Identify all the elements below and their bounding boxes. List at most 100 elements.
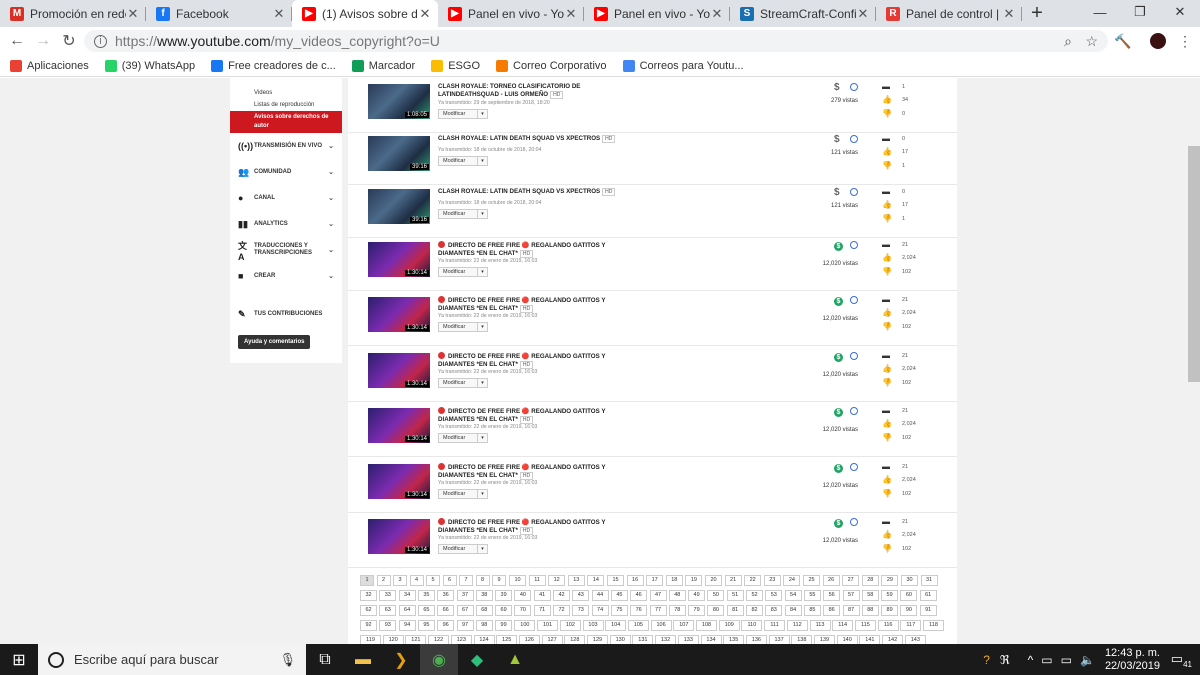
page-20-button[interactable]: 20	[705, 575, 722, 586]
page-135-button[interactable]: 135	[723, 635, 745, 644]
sidebar-item-copyright[interactable]: Avisos sobre derechos de autor	[230, 111, 342, 133]
chevron-down-icon[interactable]: ⌄	[328, 142, 334, 150]
page-35-button[interactable]: 35	[417, 590, 435, 601]
page-121-button[interactable]: 121	[405, 635, 427, 644]
page-40-button[interactable]: 40	[514, 590, 532, 601]
dropdown-arrow-icon[interactable]: ▾	[477, 210, 487, 218]
video-title[interactable]: DIRECTO DE FREE FIRE 🔴 REGALANDO GATITOS…	[438, 463, 618, 480]
page-137-button[interactable]: 137	[768, 635, 790, 644]
modify-button[interactable]: Modificar ▾	[438, 489, 488, 499]
page-69-button[interactable]: 69	[495, 605, 513, 616]
page-7-button[interactable]: 7	[459, 575, 473, 586]
page-129-button[interactable]: 129	[587, 635, 608, 644]
page-131-button[interactable]: 131	[632, 635, 654, 644]
page-132-button[interactable]: 132	[655, 635, 677, 644]
page-65-button[interactable]: 65	[417, 605, 435, 616]
page-39-button[interactable]: 39	[495, 590, 513, 601]
tab-1[interactable]: f Facebook ✕	[146, 0, 292, 27]
page-105-button[interactable]: 105	[627, 620, 649, 631]
modify-button[interactable]: Modificar ▾	[438, 267, 488, 277]
close-tab-icon[interactable]: ✕	[856, 6, 870, 22]
page-87-button[interactable]: 87	[842, 605, 860, 616]
bookmark-6[interactable]: Correos para Youtu...	[622, 59, 744, 72]
task-view-icon[interactable]: ⧉	[306, 644, 344, 675]
page-56-button[interactable]: 56	[823, 590, 841, 601]
page-127-button[interactable]: 127	[541, 635, 563, 644]
video-thumbnail[interactable]: 1:30:14	[368, 297, 430, 332]
page-116-button[interactable]: 116	[877, 620, 899, 631]
sidebar-item-playlists[interactable]: Listas de reproducción	[230, 99, 342, 111]
page-38-button[interactable]: 38	[475, 590, 493, 601]
page-89-button[interactable]: 89	[881, 605, 899, 616]
page-71-button[interactable]: 71	[533, 605, 551, 616]
page-104-button[interactable]: 104	[605, 620, 627, 631]
video-title[interactable]: CLASH ROYALE: LATIN DEATH SQUAD VS XPECT…	[438, 188, 618, 196]
page-124-button[interactable]: 124	[473, 635, 495, 644]
page-73-button[interactable]: 73	[572, 605, 590, 616]
page-112-button[interactable]: 112	[786, 620, 808, 631]
page-82-button[interactable]: 82	[746, 605, 763, 616]
windows-start-icon[interactable]: ⊞	[0, 650, 38, 670]
close-tab-icon[interactable]: ✕	[564, 6, 578, 22]
video-thumbnail[interactable]: 1:30:14	[368, 242, 430, 277]
page-81-button[interactable]: 81	[726, 605, 744, 616]
page-41-button[interactable]: 41	[533, 590, 551, 601]
page-31-button[interactable]: 31	[920, 575, 938, 586]
page-45-button[interactable]: 45	[610, 590, 628, 601]
modify-button[interactable]: Modificar ▾	[438, 378, 488, 388]
page-139-button[interactable]: 139	[814, 635, 835, 644]
tab-4[interactable]: ▶ Panel en vivo - YouTub✕	[584, 0, 730, 27]
page-108-button[interactable]: 108	[696, 620, 717, 631]
chevron-down-icon[interactable]: ⌄	[328, 220, 334, 228]
chevron-down-icon[interactable]: ⌄	[328, 246, 334, 254]
extension-icon[interactable]: 🔨	[1114, 33, 1131, 50]
page-26-button[interactable]: 26	[822, 575, 840, 586]
dropdown-arrow-icon[interactable]: ▾	[477, 110, 487, 118]
chevron-up-icon[interactable]: ^	[1028, 653, 1034, 667]
bluestacks-icon[interactable]: ▲	[496, 644, 534, 675]
page-140-button[interactable]: 140	[836, 635, 858, 644]
modify-button[interactable]: Modificar ▾	[438, 109, 488, 119]
page-122-button[interactable]: 122	[428, 635, 450, 644]
page-97-button[interactable]: 97	[456, 620, 474, 631]
bookmark-3[interactable]: Marcador	[351, 59, 415, 72]
maximize-icon[interactable]: ❐	[1120, 0, 1160, 24]
sidebar-section-4[interactable]: 文A TRADUCCIONES Y TRANSCRIPCIONES ⌄	[230, 237, 342, 263]
page-85-button[interactable]: 85	[803, 605, 821, 616]
file-explorer-icon[interactable]: ▬	[344, 644, 382, 675]
close-tab-icon[interactable]: ✕	[126, 6, 140, 22]
page-11-button[interactable]: 11	[528, 575, 546, 586]
page-4-button[interactable]: 4	[409, 575, 424, 586]
page-62-button[interactable]: 62	[360, 605, 377, 616]
people-icon[interactable]: ℜ	[1000, 653, 1010, 667]
sidebar-section-1[interactable]: 👥 COMUNIDAD ⌄	[230, 159, 342, 185]
bookmark-0[interactable]: Aplicaciones	[10, 59, 89, 72]
page-119-button[interactable]: 119	[360, 635, 381, 644]
notification-center-icon[interactable]: ▭41	[1171, 651, 1192, 669]
page-88-button[interactable]: 88	[861, 605, 879, 616]
page-16-button[interactable]: 16	[626, 575, 644, 586]
page-36-button[interactable]: 36	[437, 590, 455, 601]
reload-icon[interactable]: ↻	[56, 31, 82, 51]
page-17-button[interactable]: 17	[646, 575, 664, 586]
page-138-button[interactable]: 138	[791, 635, 813, 644]
page-27-button[interactable]: 27	[842, 575, 860, 586]
bookmark-5[interactable]: Correo Corporativo	[496, 59, 607, 72]
sidebar-section-3[interactable]: ▮▮ ANALYTICS ⌄	[230, 211, 342, 237]
page-84-button[interactable]: 84	[784, 605, 802, 616]
page-125-button[interactable]: 125	[496, 635, 518, 644]
page-42-button[interactable]: 42	[553, 590, 570, 601]
video-thumbnail[interactable]: 1:08:05	[368, 84, 430, 119]
page-94-button[interactable]: 94	[398, 620, 416, 631]
page-44-button[interactable]: 44	[591, 590, 609, 601]
page-136-button[interactable]: 136	[745, 635, 767, 644]
minimize-icon[interactable]: —	[1080, 0, 1120, 24]
page-58-button[interactable]: 58	[861, 590, 879, 601]
page-33-button[interactable]: 33	[379, 590, 397, 601]
page-96-button[interactable]: 96	[437, 620, 455, 631]
dropdown-arrow-icon[interactable]: ▾	[477, 545, 487, 553]
page-53-button[interactable]: 53	[765, 590, 783, 601]
video-title[interactable]: DIRECTO DE FREE FIRE 🔴 REGALANDO GATITOS…	[438, 241, 618, 258]
page-64-button[interactable]: 64	[398, 605, 416, 616]
chevron-down-icon[interactable]: ⌄	[328, 194, 334, 202]
